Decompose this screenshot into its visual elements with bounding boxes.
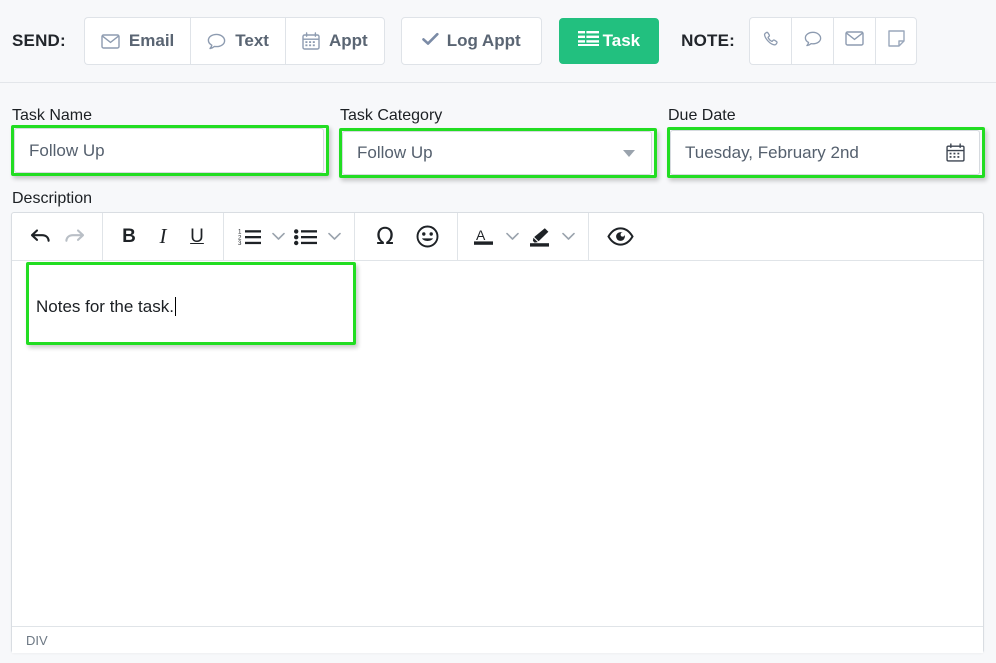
list-group: 123 bbox=[224, 212, 355, 261]
note-sticky-button[interactable] bbox=[875, 17, 918, 65]
text-style-group: B I U bbox=[103, 212, 224, 261]
task-button[interactable]: Task bbox=[558, 18, 660, 64]
history-group bbox=[12, 212, 103, 261]
italic-glyph: I bbox=[159, 224, 167, 248]
preview-group bbox=[589, 213, 651, 261]
log-appt-button[interactable]: Log Appt bbox=[400, 17, 542, 65]
check-icon bbox=[421, 31, 439, 51]
action-bar: SEND: Email Text Appt Log Appt Task NOTE… bbox=[0, 0, 996, 83]
omega-glyph: Ω bbox=[376, 223, 394, 250]
send-button-group: Email Text Appt bbox=[83, 17, 385, 65]
chevron-down-icon bbox=[623, 150, 635, 157]
redo-button[interactable] bbox=[57, 219, 91, 255]
editor-body[interactable]: Notes for the task. DIV bbox=[12, 261, 983, 653]
preview-button[interactable] bbox=[603, 219, 637, 255]
ordered-list-button[interactable]: 123 bbox=[233, 219, 267, 255]
envelope-icon bbox=[101, 33, 120, 49]
task-name-input[interactable]: Follow Up bbox=[14, 128, 324, 173]
special-character-button[interactable]: Ω bbox=[368, 219, 402, 255]
note-email-button[interactable] bbox=[833, 17, 876, 65]
insert-group: Ω bbox=[355, 212, 458, 261]
unordered-list-button[interactable] bbox=[289, 219, 323, 255]
highlight-color-options-button[interactable] bbox=[557, 219, 579, 255]
task-name-value: Follow Up bbox=[29, 140, 105, 160]
svg-text:3: 3 bbox=[238, 240, 242, 246]
underline-button[interactable]: U bbox=[180, 219, 214, 255]
text-cursor bbox=[174, 297, 176, 316]
svg-text:A: A bbox=[476, 227, 486, 243]
chat-bubble-icon bbox=[207, 33, 226, 50]
description-label: Description bbox=[12, 190, 93, 207]
italic-button[interactable]: I bbox=[146, 219, 180, 255]
due-date-value: Tuesday, February 2nd bbox=[685, 142, 859, 162]
bold-button[interactable]: B bbox=[112, 219, 146, 255]
send-text-button[interactable]: Text bbox=[190, 17, 285, 65]
sticky-note-icon bbox=[887, 30, 905, 52]
send-label: SEND: bbox=[12, 31, 66, 50]
text-color-options-button[interactable] bbox=[501, 219, 523, 255]
task-label: Task bbox=[602, 31, 641, 50]
phone-icon bbox=[763, 31, 779, 52]
bold-glyph: B bbox=[122, 225, 136, 247]
due-date-input[interactable]: Tuesday, February 2nd bbox=[670, 130, 980, 175]
note-phone-button[interactable] bbox=[749, 17, 792, 65]
note-text-button[interactable] bbox=[791, 17, 834, 65]
ordered-list-options-button[interactable] bbox=[267, 219, 289, 255]
task-name-label: Task Name bbox=[12, 107, 93, 124]
undo-button[interactable] bbox=[23, 219, 57, 255]
highlight-color-button[interactable] bbox=[523, 219, 557, 255]
emoji-button[interactable] bbox=[410, 219, 444, 255]
editor-status-bar: DIV bbox=[12, 626, 983, 653]
calendar-icon bbox=[302, 32, 320, 50]
unordered-list-options-button[interactable] bbox=[323, 219, 345, 255]
task-category-value: Follow Up bbox=[357, 143, 433, 162]
note-button-group bbox=[749, 17, 918, 65]
color-group: A bbox=[458, 212, 589, 261]
send-text-label: Text bbox=[235, 31, 269, 50]
editor-body-value: Notes for the task. bbox=[36, 297, 174, 316]
due-date-label: Due Date bbox=[668, 107, 736, 124]
editor-toolbar: B I U 123 Ω A bbox=[12, 212, 983, 261]
editor-status-text: DIV bbox=[26, 632, 48, 648]
task-category-label: Task Category bbox=[340, 107, 443, 124]
chat-bubble-icon bbox=[804, 31, 822, 52]
editor-content-text: Notes for the task. bbox=[36, 297, 176, 317]
send-email-button[interactable]: Email bbox=[83, 17, 191, 65]
send-email-label: Email bbox=[128, 31, 175, 50]
calendar-icon[interactable] bbox=[946, 142, 965, 167]
text-color-button[interactable]: A bbox=[467, 219, 501, 255]
tasks-icon bbox=[577, 30, 599, 52]
send-appt-label: Appt bbox=[328, 31, 368, 50]
send-appt-button[interactable]: Appt bbox=[284, 17, 385, 65]
description-editor: B I U 123 Ω A Notes for the task. DIV bbox=[11, 212, 984, 653]
log-appt-label: Log Appt bbox=[446, 31, 521, 50]
note-label: NOTE: bbox=[681, 31, 736, 50]
envelope-icon bbox=[845, 31, 864, 51]
task-category-select[interactable]: Follow Up bbox=[342, 131, 652, 175]
underline-glyph: U bbox=[190, 225, 204, 247]
